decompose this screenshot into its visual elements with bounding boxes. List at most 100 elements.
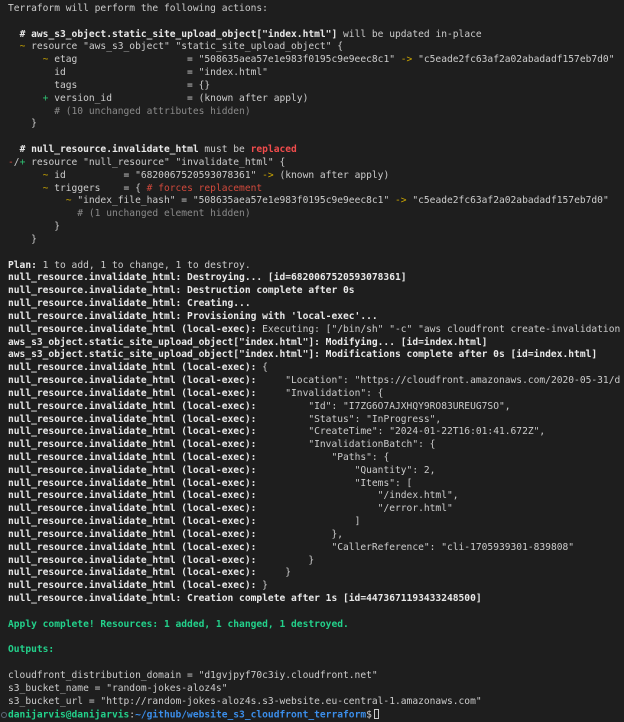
terminal-line: null_resource.invalidate_html (local-exe… bbox=[8, 426, 624, 439]
terminal-text: "Id": "I7ZG6O7AJXHQY9RO83UREUG7SO", bbox=[256, 401, 510, 412]
terminal-text bbox=[8, 41, 20, 52]
terminal-text: null_resource.invalidate_html: Destructi… bbox=[8, 285, 355, 296]
terminal-line: Outputs: bbox=[8, 644, 624, 657]
terminal-text: replaced bbox=[251, 144, 297, 155]
terminal-text: aws_s3_object.static_site_upload_object[… bbox=[8, 349, 597, 360]
terminal-text: } bbox=[8, 234, 37, 245]
terminal-text: Plan: bbox=[8, 260, 37, 271]
terminal-text: resource "aws_s3_object" "static_site_up… bbox=[25, 41, 343, 52]
terminal-text: "index_file_hash" = "508635aea57e1e983f0… bbox=[72, 195, 390, 206]
terminal-line: } bbox=[8, 221, 624, 234]
terminal-text: null_resource.invalidate_html (local-exe… bbox=[8, 388, 256, 399]
terminal-line: null_resource.invalidate_html (local-exe… bbox=[8, 401, 624, 414]
terminal-text: -> bbox=[389, 195, 406, 206]
terminal-line bbox=[8, 131, 624, 144]
terminal-text bbox=[8, 144, 20, 155]
terminal-line: null_resource.invalidate_html (local-exe… bbox=[8, 414, 624, 427]
shell-prompt-line: danijarvis@danijarvis:~/github/website_s… bbox=[8, 709, 624, 722]
terminal-line: null_resource.invalidate_html: Provision… bbox=[8, 311, 624, 324]
terminal-text: # aws_s3_object.static_site_upload_objec… bbox=[20, 29, 338, 40]
terminal-text: { bbox=[256, 362, 268, 373]
terminal-line: null_resource.invalidate_html (local-exe… bbox=[8, 465, 624, 478]
terminal-line: Plan: 1 to add, 1 to change, 1 to destro… bbox=[8, 260, 624, 273]
terminal-text bbox=[8, 170, 43, 181]
terminal-line bbox=[8, 16, 624, 29]
terminal-text: $ bbox=[366, 709, 372, 720]
terminal-text: aws_s3_object.static_site_upload_object[… bbox=[8, 337, 487, 348]
terminal-text: "CreateTime": "2024-01-22T16:01:41.672Z"… bbox=[256, 426, 545, 437]
terminal-text: "Paths": { bbox=[256, 452, 389, 463]
terminal-text: ~/github/website_s3_cloudfront_terraform bbox=[135, 709, 366, 720]
terminal-text: null_resource.invalidate_html (local-exe… bbox=[8, 478, 256, 489]
terminal-text: "InvalidationBatch": { bbox=[256, 439, 435, 450]
terminal-text: null_resource.invalidate_html (local-exe… bbox=[8, 555, 256, 566]
terminal-text: etag = "508635aea57e1e983f0195c9e9eec8c1… bbox=[48, 54, 395, 65]
terminal-text: null_resource.invalidate_html (local-exe… bbox=[8, 465, 256, 476]
terminal-text: # (10 unchanged attributes hidden) bbox=[8, 106, 251, 117]
terminal-line: null_resource.invalidate_html (local-exe… bbox=[8, 324, 624, 337]
terminal-text: null_resource.invalidate_html (local-exe… bbox=[8, 542, 256, 553]
terminal-line: null_resource.invalidate_html (local-exe… bbox=[8, 375, 624, 388]
terminal-text: null_resource.invalidate_html (local-exe… bbox=[8, 490, 256, 501]
terminal-line: ~ "index_file_hash" = "508635aea57e1e983… bbox=[8, 195, 624, 208]
terminal-text: "Location": "https://cloudfront.amazonaw… bbox=[256, 375, 620, 386]
terminal-line: null_resource.invalidate_html: Creation … bbox=[8, 593, 624, 606]
terminal-line: ~ triggers = { # forces replacement bbox=[8, 183, 624, 196]
terminal-line: null_resource.invalidate_html: Creating.… bbox=[8, 298, 624, 311]
terminal-text: # (1 unchanged element hidden) bbox=[8, 208, 251, 219]
terminal-line: null_resource.invalidate_html (local-exe… bbox=[8, 567, 624, 580]
terminal-text: "Items": [ bbox=[256, 478, 412, 489]
terminal-text: resource "null_resource" "invalidate_htm… bbox=[25, 157, 285, 168]
terminal-text: "/index.html", bbox=[256, 490, 458, 501]
terminal-line: null_resource.invalidate_html (local-exe… bbox=[8, 388, 624, 401]
terminal-line: null_resource.invalidate_html (local-exe… bbox=[8, 542, 624, 555]
terminal-line: null_resource.invalidate_html (local-exe… bbox=[8, 362, 624, 375]
terminal-text: "c5eade2fc63af2a02abadadf157eb7d0" bbox=[412, 54, 614, 65]
terminal-cursor[interactable] bbox=[374, 709, 380, 720]
terminal-line: null_resource.invalidate_html (local-exe… bbox=[8, 580, 624, 593]
terminal-text bbox=[8, 54, 43, 65]
terminal-line bbox=[8, 247, 624, 260]
terminal-text: version_id = (known after apply) bbox=[48, 93, 308, 104]
terminal-text: s3_bucket_name = "random-jokes-aloz4s" bbox=[8, 683, 228, 694]
terminal-line: cloudfront_distribution_domain = "d1gvjp… bbox=[8, 670, 624, 683]
terminal-text: null_resource.invalidate_html (local-exe… bbox=[8, 401, 256, 412]
terminal-text: 1 to add, 1 to change, 1 to destroy. bbox=[37, 260, 251, 271]
terminal-text: null_resource.invalidate_html: Destroyin… bbox=[8, 272, 407, 283]
terminal-text: Apply complete! Resources: 1 added, 1 ch… bbox=[8, 619, 349, 630]
terminal-text: -> bbox=[256, 170, 273, 181]
terminal-text: } bbox=[8, 118, 37, 129]
terminal-text: }, bbox=[256, 529, 343, 540]
terminal-text: } bbox=[8, 221, 60, 232]
terminal-text: will be updated in-place bbox=[337, 29, 481, 40]
terminal-line: null_resource.invalidate_html (local-exe… bbox=[8, 516, 624, 529]
terminal-line: # (10 unchanged attributes hidden) bbox=[8, 106, 624, 119]
terminal-text: # null_resource.invalidate_html bbox=[20, 144, 199, 155]
terminal-line: # null_resource.invalidate_html must be … bbox=[8, 144, 624, 157]
terminal-text bbox=[8, 93, 43, 104]
terminal-line: Terraform will perform the following act… bbox=[8, 3, 624, 16]
terminal-line: null_resource.invalidate_html (local-exe… bbox=[8, 478, 624, 491]
terminal-line: aws_s3_object.static_site_upload_object[… bbox=[8, 349, 624, 362]
terminal-line: null_resource.invalidate_html (local-exe… bbox=[8, 555, 624, 568]
terminal-text: # forces replacement bbox=[147, 183, 263, 194]
terminal-text: "CallerReference": "cli-1705939301-83980… bbox=[256, 542, 574, 553]
terminal-text: danijarvis@danijarvis bbox=[8, 709, 129, 720]
terminal-text: "/error.html" bbox=[256, 503, 452, 514]
terminal-text: Outputs: bbox=[8, 644, 54, 655]
terminal-text: null_resource.invalidate_html (local-exe… bbox=[8, 362, 256, 373]
terminal-line: # aws_s3_object.static_site_upload_objec… bbox=[8, 29, 624, 42]
terminal-text: "c5eade2fc63af2a02abadadf157eb7d0" bbox=[407, 195, 609, 206]
terminal-text: null_resource.invalidate_html (local-exe… bbox=[8, 529, 256, 540]
terminal-output[interactable]: Terraform will perform the following act… bbox=[0, 0, 624, 722]
command-decoration-icon bbox=[1, 712, 7, 718]
terminal-text: null_resource.invalidate_html (local-exe… bbox=[8, 324, 256, 335]
terminal-line: } bbox=[8, 234, 624, 247]
terminal-text: } bbox=[256, 567, 291, 578]
terminal-line: null_resource.invalidate_html: Destructi… bbox=[8, 285, 624, 298]
terminal-text: null_resource.invalidate_html (local-exe… bbox=[8, 426, 256, 437]
terminal-line: aws_s3_object.static_site_upload_object[… bbox=[8, 337, 624, 350]
terminal-line: null_resource.invalidate_html (local-exe… bbox=[8, 503, 624, 516]
terminal-text: "Status": "InProgress", bbox=[256, 414, 441, 425]
terminal-line: Apply complete! Resources: 1 added, 1 ch… bbox=[8, 619, 624, 632]
